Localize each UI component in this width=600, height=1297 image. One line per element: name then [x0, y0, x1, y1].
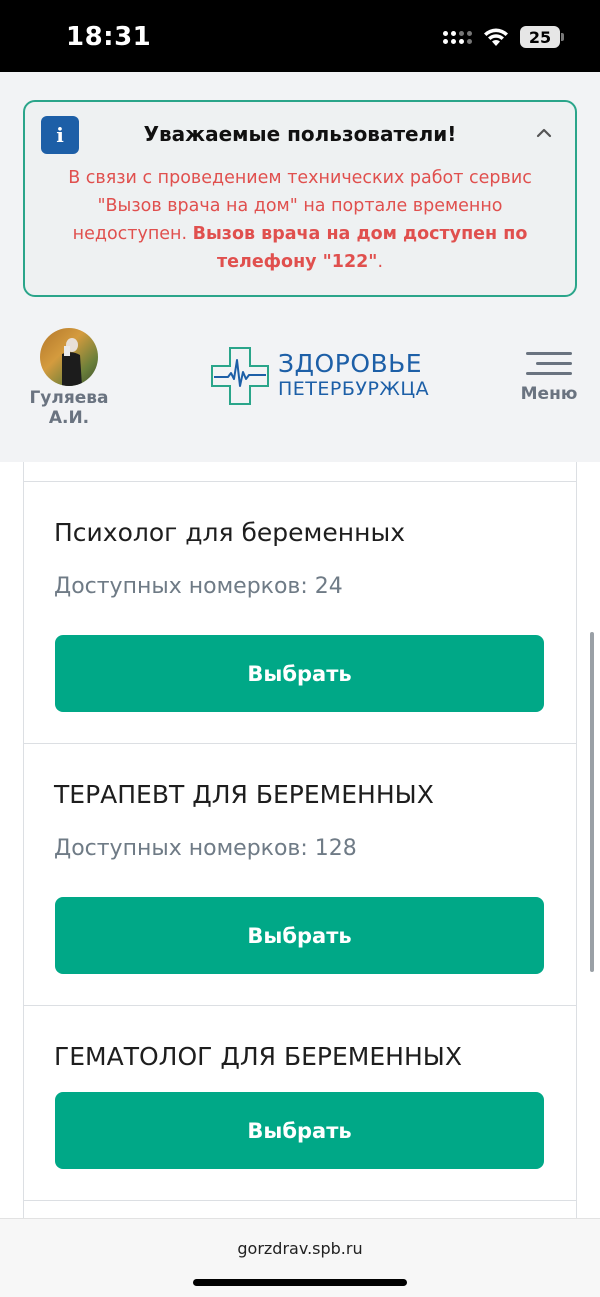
url-text[interactable]: gorzdrav.spb.ru — [0, 1239, 600, 1258]
card-title: ГЕМАТОЛОГ ДЛЯ БЕРЕМЕННЫХ — [54, 1042, 462, 1071]
menu-label: Меню — [520, 384, 578, 404]
list-item: ГЕМАТОЛОГ ДЛЯ БЕРЕМЕННЫХ Выбрать — [23, 1005, 577, 1200]
notice-text: В связи с проведением технических работ … — [65, 164, 535, 276]
browser-url-bar[interactable]: gorzdrav.spb.ru — [0, 1218, 600, 1297]
card-title: ТЕРАПЕВТ ДЛЯ БЕРЕМЕННЫХ — [54, 780, 434, 809]
available-slots: Доступных номерков: 24 — [54, 574, 343, 599]
logo-text-line1: ЗДОРОВЬЕ — [278, 349, 423, 378]
site-logo[interactable]: ЗДОРОВЬЕ ПЕТЕРБУРЖЦА — [210, 346, 430, 406]
notice-text-bold: Вызов врача на дом доступен по телефону … — [192, 224, 528, 272]
select-button[interactable]: Выбрать — [55, 1092, 544, 1169]
battery-icon: 25 — [520, 26, 564, 48]
notice-text-end: . — [377, 252, 384, 272]
notice-title: Уважаемые пользователи! — [143, 122, 457, 146]
select-button[interactable]: Выбрать — [55, 635, 544, 712]
chevron-up-icon[interactable] — [535, 124, 553, 142]
list-item: Психолог для беременных Доступных номерк… — [23, 481, 577, 743]
menu-button[interactable]: Меню — [516, 348, 582, 408]
specialty-list: Психолог для беременных Доступных номерк… — [0, 462, 600, 1218]
card-title: Психолог для беременных — [54, 518, 406, 547]
avatar[interactable] — [40, 328, 98, 386]
status-bar: 18:31 25 — [0, 0, 600, 72]
available-slots: Доступных номерков: 128 — [54, 836, 357, 861]
scrollbar[interactable] — [590, 632, 594, 972]
status-time: 18:31 — [66, 22, 152, 52]
list-item — [23, 1200, 577, 1218]
maintenance-notice: i Уважаемые пользователи! В связи с пров… — [23, 100, 577, 297]
medical-cross-logo-icon — [211, 347, 269, 405]
user-name[interactable]: Гуляева А.И. — [20, 388, 118, 428]
logo-text-line2: ПЕТЕРБУРЖЦА — [278, 378, 430, 400]
signal-icon — [443, 30, 472, 44]
wifi-icon — [484, 28, 508, 46]
avatar-image — [62, 338, 82, 386]
list-item: ТЕРАПЕВТ ДЛЯ БЕРЕМЕННЫХ Доступных номерк… — [23, 743, 577, 1005]
home-indicator[interactable] — [193, 1279, 407, 1286]
site-header: Гуляева А.И. ЗДОРОВЬЕ ПЕТЕРБУРЖЦА Меню — [0, 312, 600, 462]
select-button[interactable]: Выбрать — [55, 897, 544, 974]
status-icons: 25 — [443, 26, 564, 48]
